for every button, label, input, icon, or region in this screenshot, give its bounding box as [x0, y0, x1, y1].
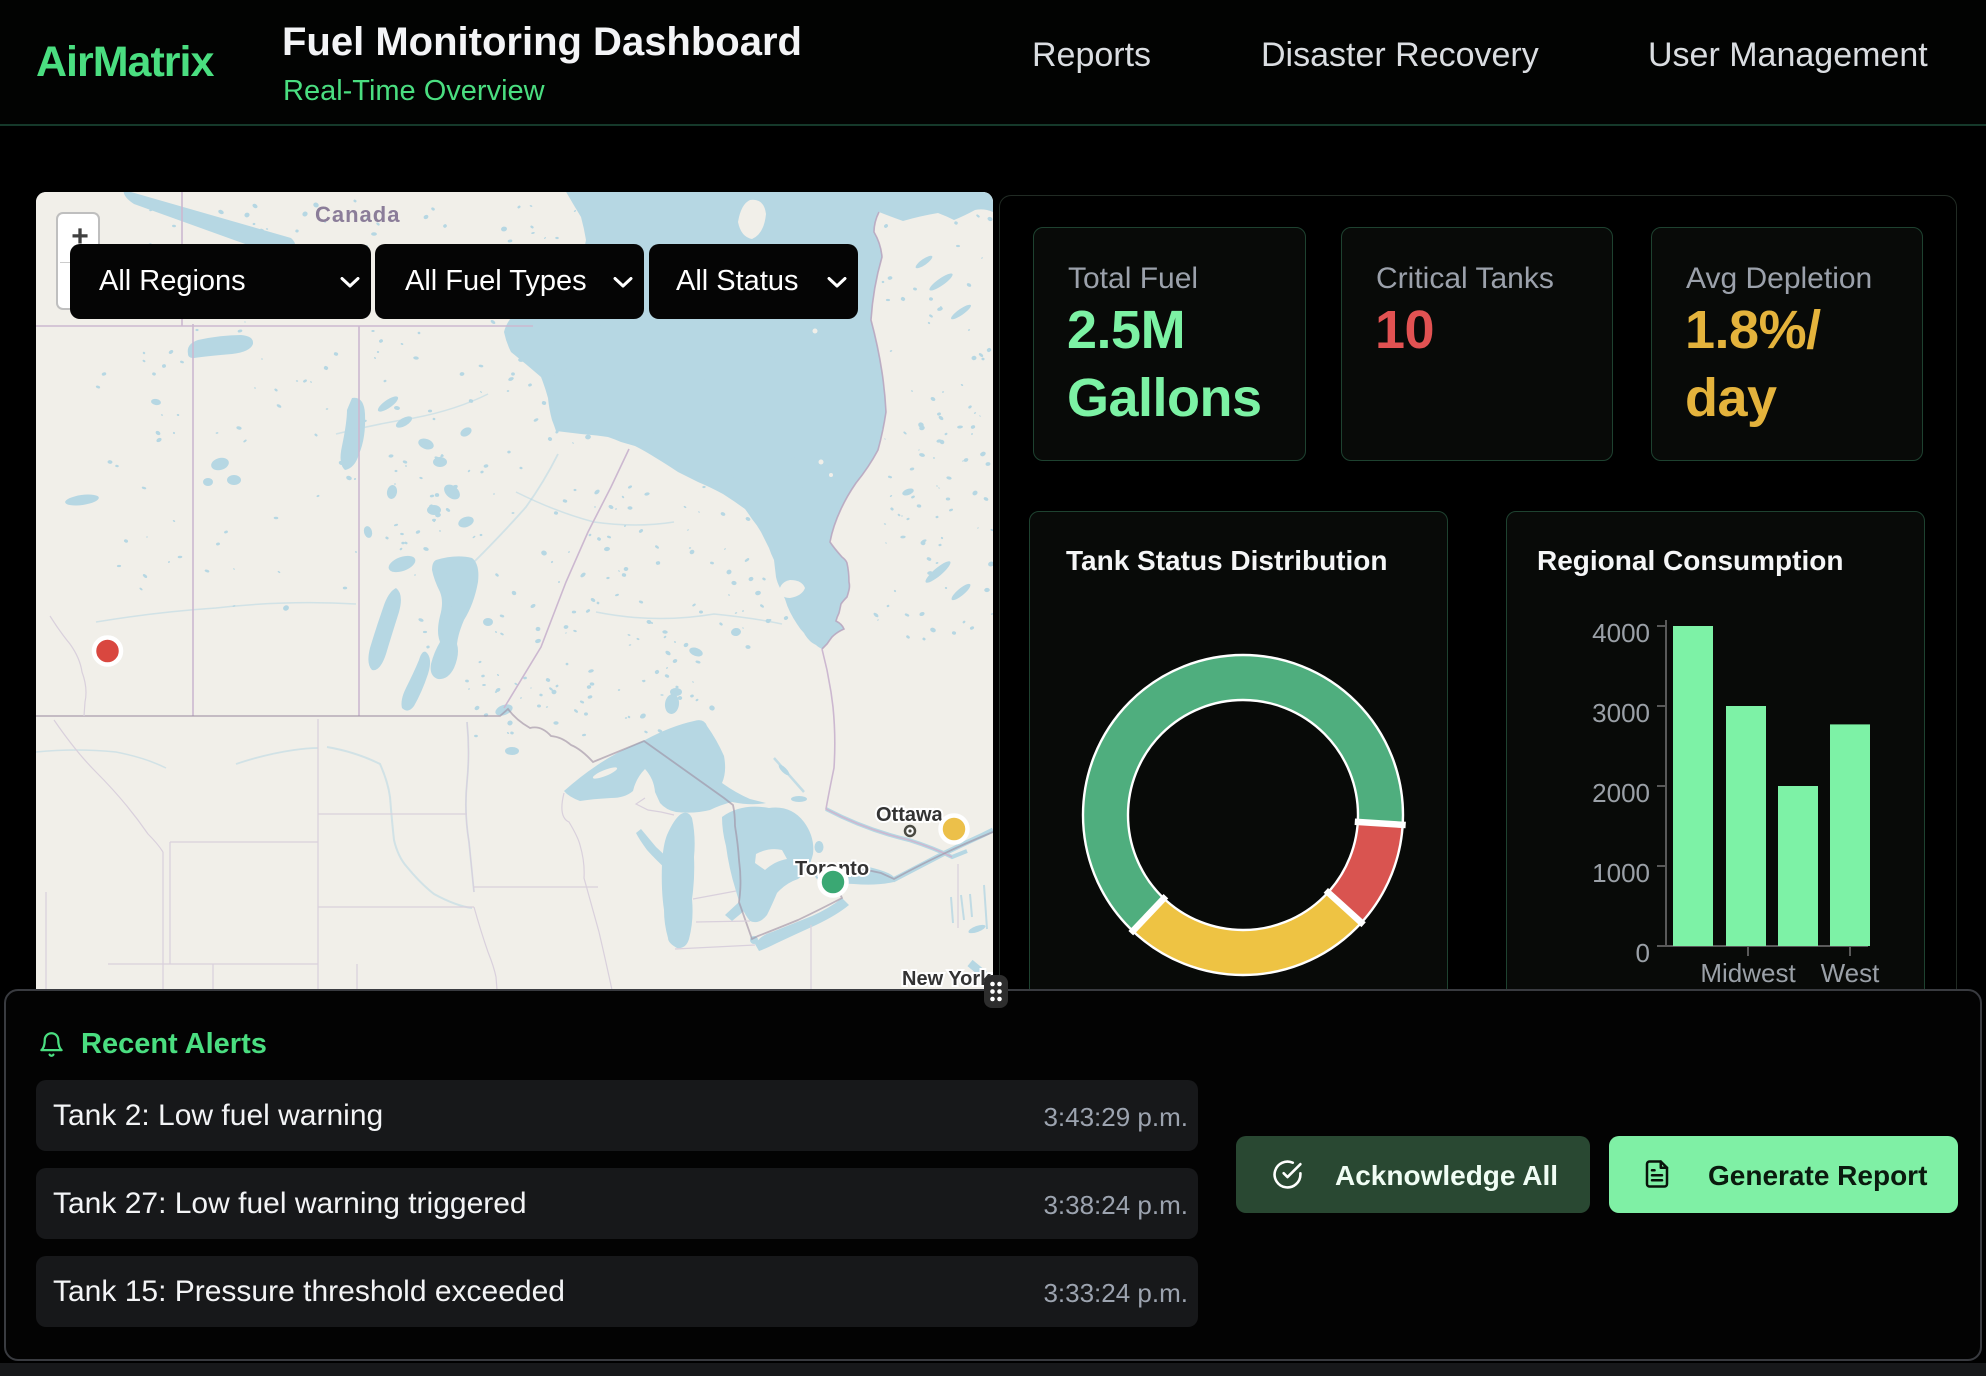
svg-text:Ottawa: Ottawa	[876, 804, 944, 826]
svg-text:1000: 1000	[1592, 858, 1650, 888]
svg-text:4000: 4000	[1592, 618, 1650, 648]
svg-text:3000: 3000	[1592, 698, 1650, 728]
svg-text:New York: New York	[902, 968, 992, 990]
svg-text:2000: 2000	[1592, 778, 1650, 808]
svg-text:Canada: Canada	[315, 202, 400, 227]
svg-text:Midwest: Midwest	[1700, 958, 1796, 988]
svg-text:0: 0	[1636, 938, 1650, 968]
svg-text:West: West	[1821, 958, 1881, 988]
